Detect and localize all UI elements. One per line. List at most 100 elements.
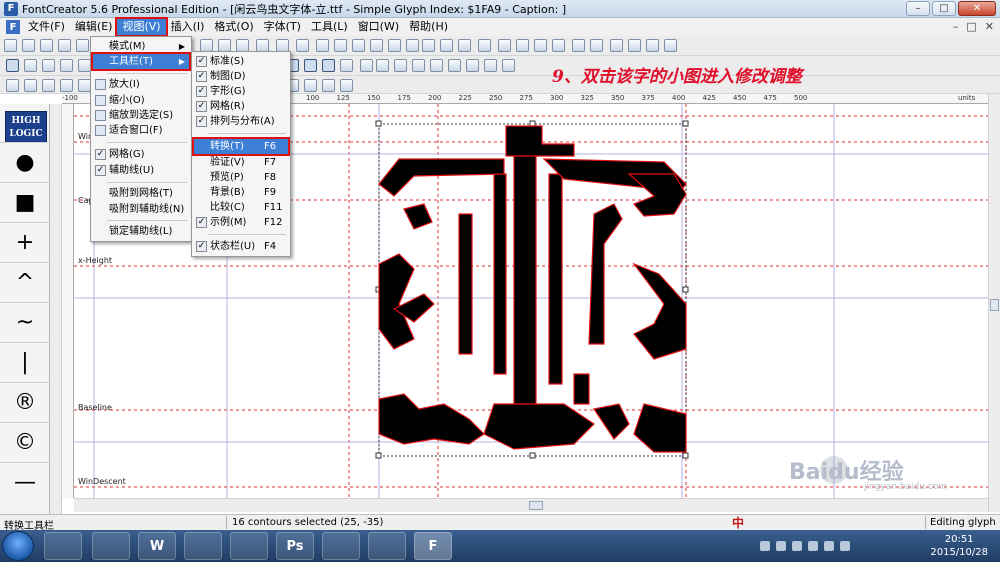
tray-icon[interactable] bbox=[824, 541, 834, 551]
taskbar-tool[interactable] bbox=[230, 532, 268, 560]
view-menu-guidelines[interactable]: ✓ 辅助线(U) bbox=[93, 163, 189, 178]
view-menu-grid[interactable]: ✓ 网格(G) bbox=[93, 147, 189, 162]
toolbar-button-icon[interactable] bbox=[24, 59, 37, 72]
toolbar-button-icon[interactable] bbox=[60, 59, 73, 72]
toolbar-drawing[interactable]: ✓ 制图(D) bbox=[194, 69, 288, 84]
toolbar-transform[interactable]: 转换(T) F6 bbox=[192, 137, 290, 156]
network-icon[interactable] bbox=[792, 541, 802, 551]
toolbar-glyph[interactable]: ✓ 字形(G) bbox=[194, 84, 288, 99]
menu-window[interactable]: 窗口(W) bbox=[353, 19, 404, 35]
toolbar-button-icon[interactable] bbox=[42, 59, 55, 72]
menu-file[interactable]: 文件(F) bbox=[23, 19, 70, 35]
toolbar-compare[interactable]: 比较(C) F11 bbox=[194, 200, 288, 215]
menu-tools[interactable]: 工具(L) bbox=[306, 19, 353, 35]
maximize-button[interactable]: □ bbox=[932, 1, 956, 16]
view-menu-zoom-out[interactable]: 缩小(O) bbox=[93, 93, 189, 108]
menu-help[interactable]: 帮助(H) bbox=[404, 19, 453, 35]
toolbar-button-icon[interactable] bbox=[458, 39, 471, 52]
mdi-restore-button[interactable]: □ bbox=[966, 20, 976, 33]
toolbar-button-icon[interactable] bbox=[24, 79, 37, 92]
toolbar-button-icon[interactable] bbox=[6, 59, 19, 72]
toolbar-background[interactable]: 背景(B) F9 bbox=[194, 185, 288, 200]
toolbar-button-icon[interactable] bbox=[370, 39, 383, 52]
toolbar-button-icon[interactable] bbox=[516, 39, 529, 52]
taskbar-explorer[interactable] bbox=[44, 532, 82, 560]
toolbar-button-icon[interactable] bbox=[376, 59, 389, 72]
tray-icon[interactable] bbox=[760, 541, 770, 551]
toolbar-button-icon[interactable] bbox=[58, 39, 71, 52]
taskbar-clock[interactable]: 20:51 2015/10/28 bbox=[930, 533, 988, 559]
mdi-minimize-button[interactable]: – bbox=[953, 20, 959, 33]
vertical-scrollbar[interactable] bbox=[988, 94, 1000, 512]
palette-registered-glyph[interactable]: ® bbox=[0, 382, 50, 422]
palette-square-glyph[interactable]: ■ bbox=[0, 182, 50, 222]
toolbar-button-icon[interactable] bbox=[76, 39, 89, 52]
toolbar-button-icon[interactable] bbox=[6, 79, 19, 92]
taskbar-leaf[interactable] bbox=[368, 532, 406, 560]
toolbar-grid[interactable]: ✓ 网格(R) bbox=[194, 99, 288, 114]
toolbar-sample[interactable]: ✓ 示例(M) F12 bbox=[194, 215, 288, 230]
toolbar-button-icon[interactable] bbox=[430, 59, 443, 72]
palette-circle-glyph[interactable]: ● bbox=[0, 142, 50, 182]
palette-tilde-glyph[interactable]: ~ bbox=[0, 302, 50, 342]
taskbar-paint[interactable] bbox=[322, 532, 360, 560]
taskbar-photoshop[interactable]: Ps bbox=[276, 532, 314, 560]
tray-icon[interactable] bbox=[776, 541, 786, 551]
toolbar-button-icon[interactable] bbox=[340, 79, 353, 92]
palette-caret-glyph[interactable]: ^ bbox=[0, 262, 50, 302]
ime-indicator[interactable]: 中 bbox=[732, 514, 744, 531]
toolbar-button-icon[interactable] bbox=[534, 39, 547, 52]
menu-view[interactable]: 视图(V) bbox=[115, 17, 168, 37]
taskbar-fontcreator[interactable]: F bbox=[414, 532, 452, 560]
palette-dash-glyph[interactable]: — bbox=[0, 462, 50, 502]
toolbar-button-icon[interactable] bbox=[610, 39, 623, 52]
toolbar-validate[interactable]: 验证(V) F7 bbox=[194, 155, 288, 170]
taskbar-word[interactable]: W bbox=[138, 532, 176, 560]
toolbar-button-icon[interactable] bbox=[406, 39, 419, 52]
vertical-scroll-thumb[interactable] bbox=[990, 299, 999, 311]
toolbar-button-icon[interactable] bbox=[322, 79, 335, 92]
tray-icon[interactable] bbox=[840, 541, 850, 551]
view-menu-zoom-in[interactable]: 放大(I) bbox=[93, 77, 189, 92]
view-menu-zoom-selection[interactable]: 缩放到选定(S) bbox=[93, 108, 189, 123]
toolbar-button-icon[interactable] bbox=[628, 39, 641, 52]
toolbar-button-icon[interactable] bbox=[304, 59, 317, 72]
view-menu-snap-guidelines[interactable]: 吸附到辅助线(N) bbox=[93, 202, 189, 217]
close-button[interactable]: ✕ bbox=[958, 1, 996, 16]
palette-scrollbar[interactable] bbox=[50, 104, 62, 516]
toolbar-button-icon[interactable] bbox=[42, 79, 55, 92]
toolbar-button-icon[interactable] bbox=[440, 39, 453, 52]
view-menu-lock-guidelines[interactable]: 锁定辅助线(L) bbox=[93, 224, 189, 239]
toolbar-button-icon[interactable] bbox=[498, 39, 511, 52]
toolbar-button-icon[interactable] bbox=[646, 39, 659, 52]
toolbar-button-icon[interactable] bbox=[22, 39, 35, 52]
view-menu-mode[interactable]: 模式(M) ▶ bbox=[93, 39, 189, 54]
toolbar-button-icon[interactable] bbox=[334, 39, 347, 52]
toolbar-button-icon[interactable] bbox=[340, 59, 353, 72]
toolbar-button-icon[interactable] bbox=[322, 59, 335, 72]
taskbar-notepad[interactable] bbox=[92, 532, 130, 560]
toolbar-arrange[interactable]: ✓ 排列与分布(A) bbox=[194, 114, 288, 129]
toolbar-button-icon[interactable] bbox=[296, 39, 309, 52]
toolbar-button-icon[interactable] bbox=[478, 39, 491, 52]
toolbar-button-icon[interactable] bbox=[412, 59, 425, 72]
toolbar-statusbar[interactable]: ✓ 状态栏(U) F4 bbox=[194, 239, 288, 254]
horizontal-scrollbar[interactable] bbox=[74, 498, 988, 512]
minimize-button[interactable]: – bbox=[906, 1, 930, 16]
view-menu-snap-grid[interactable]: 吸附到网格(T) bbox=[93, 186, 189, 201]
toolbar-button-icon[interactable] bbox=[422, 39, 435, 52]
toolbar-button-icon[interactable] bbox=[304, 79, 317, 92]
volume-icon[interactable] bbox=[808, 541, 818, 551]
taskbar-browser[interactable] bbox=[184, 532, 222, 560]
palette-copyright-glyph[interactable]: © bbox=[0, 422, 50, 462]
toolbar-button-icon[interactable] bbox=[388, 39, 401, 52]
toolbar-button-icon[interactable] bbox=[664, 39, 677, 52]
palette-plus-glyph[interactable]: + bbox=[0, 222, 50, 262]
start-button[interactable] bbox=[2, 531, 34, 561]
menu-font[interactable]: 字体(T) bbox=[259, 19, 306, 35]
fontcreator-app-icon[interactable]: F bbox=[4, 1, 18, 16]
toolbar-button-icon[interactable] bbox=[590, 39, 603, 52]
toolbar-button-icon[interactable] bbox=[40, 39, 53, 52]
view-menu-fit-window[interactable]: 适合窗口(F) bbox=[93, 123, 189, 138]
palette-bar-glyph[interactable]: | bbox=[0, 342, 50, 382]
